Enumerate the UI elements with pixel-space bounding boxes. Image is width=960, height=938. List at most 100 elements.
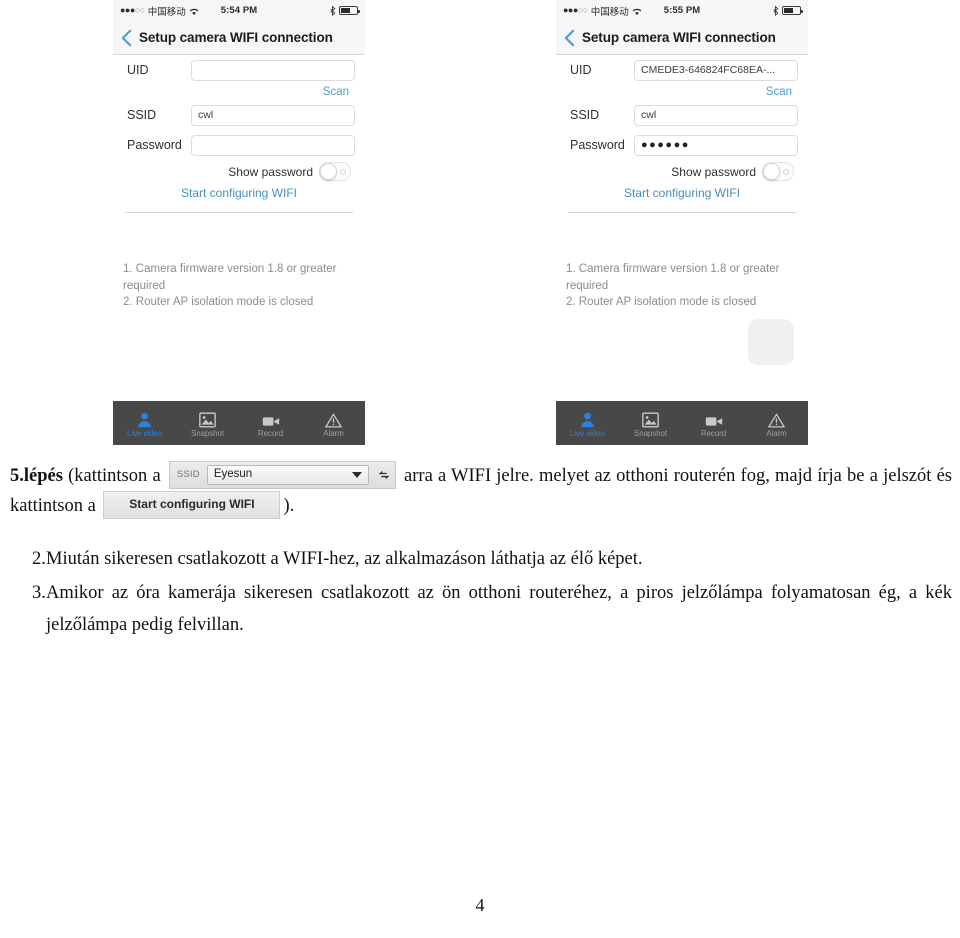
scan-row: Scan bbox=[562, 85, 802, 100]
password-input[interactable]: ●●●●●● bbox=[634, 134, 798, 156]
requirement-notes: 1. Camera firmware version 1.8 or greate… bbox=[566, 263, 780, 309]
list-item-text: Amikor az óra kamerája sikeresen csatlak… bbox=[46, 582, 952, 635]
page-title: Setup camera WIFI connection bbox=[582, 30, 776, 45]
tab-label: Alarm bbox=[323, 428, 344, 438]
ssid-label: SSID bbox=[570, 108, 600, 122]
tab-record[interactable]: Record bbox=[682, 409, 745, 438]
video-camera-icon bbox=[262, 409, 280, 428]
tab-label: Alarm bbox=[766, 428, 787, 438]
status-time: 5:54 PM bbox=[220, 5, 258, 16]
step5-text-a: (kattintson a bbox=[62, 466, 166, 486]
step5-text-c: ). bbox=[283, 495, 295, 516]
uid-input[interactable] bbox=[191, 59, 355, 81]
tab-record[interactable]: Record bbox=[239, 409, 302, 438]
tab-bar: Live video Snapshot Record Alarm bbox=[556, 401, 808, 445]
step5-paragraph: 5.lépés (kattintson a SSID Eyesun arra a … bbox=[0, 460, 960, 522]
form-divider bbox=[568, 212, 796, 213]
inline-ssid-label: SSID bbox=[176, 469, 200, 481]
nav-bar: Setup camera WIFI connection bbox=[556, 21, 808, 55]
nav-bar: Setup camera WIFI connection bbox=[113, 21, 365, 55]
ssid-row: SSID cwl bbox=[119, 100, 359, 130]
password-label: Password bbox=[570, 138, 625, 152]
battery-icon bbox=[782, 6, 803, 15]
battery-icon bbox=[339, 6, 360, 15]
video-camera-icon bbox=[705, 409, 723, 428]
inline-start-configuring-wifi-button[interactable]: Start configuring WIFI bbox=[103, 490, 281, 519]
inline-ssid-dropdown-widget[interactable]: SSID Eyesun bbox=[168, 460, 396, 489]
uid-input[interactable]: CMEDE3-646824FC68EA-... bbox=[634, 59, 798, 81]
document-body: 5.lépés (kattintson a SSID Eyesun arra a … bbox=[0, 460, 960, 643]
wifi-setup-form: UID Scan SSID cwl Password Show password bbox=[113, 55, 365, 213]
ssid-input[interactable]: cwl bbox=[191, 104, 355, 126]
status-bar: ●●●○○ 中国移动 5:55 PM bbox=[556, 0, 808, 21]
form-divider bbox=[125, 212, 353, 213]
warning-triangle-icon bbox=[768, 409, 785, 428]
password-input[interactable] bbox=[191, 134, 355, 156]
uid-row: UID CMEDE3-646824FC68EA-... bbox=[562, 55, 802, 85]
uid-label: UID bbox=[570, 63, 592, 77]
phone-screenshot-left: ●●●○○ 中国移动 5:54 PM Setup camera WIFI con… bbox=[113, 0, 365, 445]
password-label: Password bbox=[127, 138, 182, 152]
refresh-icon[interactable] bbox=[373, 468, 395, 482]
scan-button[interactable]: Scan bbox=[323, 86, 349, 98]
show-password-toggle[interactable] bbox=[762, 162, 794, 181]
tab-label: Snapshot bbox=[633, 428, 667, 438]
ssid-label: SSID bbox=[127, 108, 157, 122]
toggle-knob bbox=[320, 162, 337, 180]
start-row: Start configuring WIFI bbox=[562, 181, 802, 200]
tab-snapshot[interactable]: Snapshot bbox=[619, 409, 682, 438]
wifi-setup-form: UID CMEDE3-646824FC68EA-... Scan SSID cw… bbox=[556, 55, 808, 213]
step5-lead: 5.lépés bbox=[10, 466, 63, 486]
tab-bar: Live video Snapshot Record Alarm bbox=[113, 401, 365, 445]
warning-triangle-icon bbox=[325, 409, 342, 428]
uid-row: UID bbox=[119, 55, 359, 85]
page-number: 4 bbox=[475, 895, 485, 915]
inline-ssid-value: Eyesun bbox=[213, 468, 253, 481]
tab-alarm[interactable]: Alarm bbox=[302, 409, 365, 438]
ssid-input[interactable]: cwl bbox=[634, 104, 798, 126]
toggle-knob bbox=[763, 162, 780, 180]
tab-live-video[interactable]: Live video bbox=[556, 409, 619, 438]
instruction-list: 2. Miután sikeresen csatlakozott a WIFI-… bbox=[0, 544, 960, 641]
scan-row: Scan bbox=[119, 85, 359, 100]
tab-snapshot[interactable]: Snapshot bbox=[176, 409, 239, 438]
scan-button[interactable]: Scan bbox=[766, 86, 792, 98]
tab-label: Record bbox=[700, 428, 727, 438]
tab-alarm[interactable]: Alarm bbox=[745, 409, 808, 438]
tab-live-video[interactable]: Live video bbox=[113, 409, 176, 438]
list-item-text: Miután sikeresen csatlakozott a WIFI-hez… bbox=[46, 548, 643, 569]
show-password-label: Show password bbox=[671, 164, 756, 179]
person-icon bbox=[579, 409, 596, 428]
list-item: 2. Miután sikeresen csatlakozott a WIFI-… bbox=[10, 544, 952, 576]
start-configuring-wifi-button[interactable]: Start configuring WIFI bbox=[624, 186, 740, 200]
show-password-toggle[interactable] bbox=[319, 162, 351, 181]
inline-ssid-select[interactable]: Eyesun bbox=[206, 464, 369, 485]
loading-hud-overlay bbox=[748, 319, 794, 365]
status-time: 5:55 PM bbox=[663, 5, 701, 16]
status-bar: ●●●○○ 中国移动 5:54 PM bbox=[113, 0, 365, 21]
phone-screenshot-right: ●●●○○ 中国移动 5:55 PM Setup camera WIFI con… bbox=[556, 0, 808, 445]
show-password-row: Show password bbox=[562, 160, 802, 181]
page-title: Setup camera WIFI connection bbox=[139, 30, 333, 45]
tab-label: Live video bbox=[126, 428, 163, 438]
list-item-number: 3. bbox=[32, 582, 46, 603]
person-icon bbox=[136, 409, 153, 428]
chevron-down-icon bbox=[351, 471, 362, 478]
start-row: Start configuring WIFI bbox=[119, 181, 359, 200]
screenshots-area: ●●●○○ 中国移动 5:54 PM Setup camera WIFI con… bbox=[0, 0, 960, 455]
show-password-label: Show password bbox=[228, 164, 313, 179]
photo-icon bbox=[642, 409, 659, 428]
password-row: Password ●●●●●● bbox=[562, 130, 802, 160]
toggle-off-ring bbox=[783, 168, 789, 175]
tab-label: Snapshot bbox=[190, 428, 224, 438]
requirement-notes: 1. Camera firmware version 1.8 or greate… bbox=[123, 263, 337, 309]
show-password-row: Show password bbox=[119, 160, 359, 181]
toggle-off-ring bbox=[340, 168, 346, 175]
tab-label: Record bbox=[257, 428, 284, 438]
list-item: 3. Amikor az óra kamerája sikeresen csat… bbox=[10, 578, 952, 642]
list-item-number: 2. bbox=[32, 548, 46, 569]
back-button[interactable] bbox=[556, 29, 582, 47]
back-button[interactable] bbox=[113, 29, 139, 47]
start-configuring-wifi-button[interactable]: Start configuring WIFI bbox=[181, 186, 297, 200]
password-row: Password bbox=[119, 130, 359, 160]
